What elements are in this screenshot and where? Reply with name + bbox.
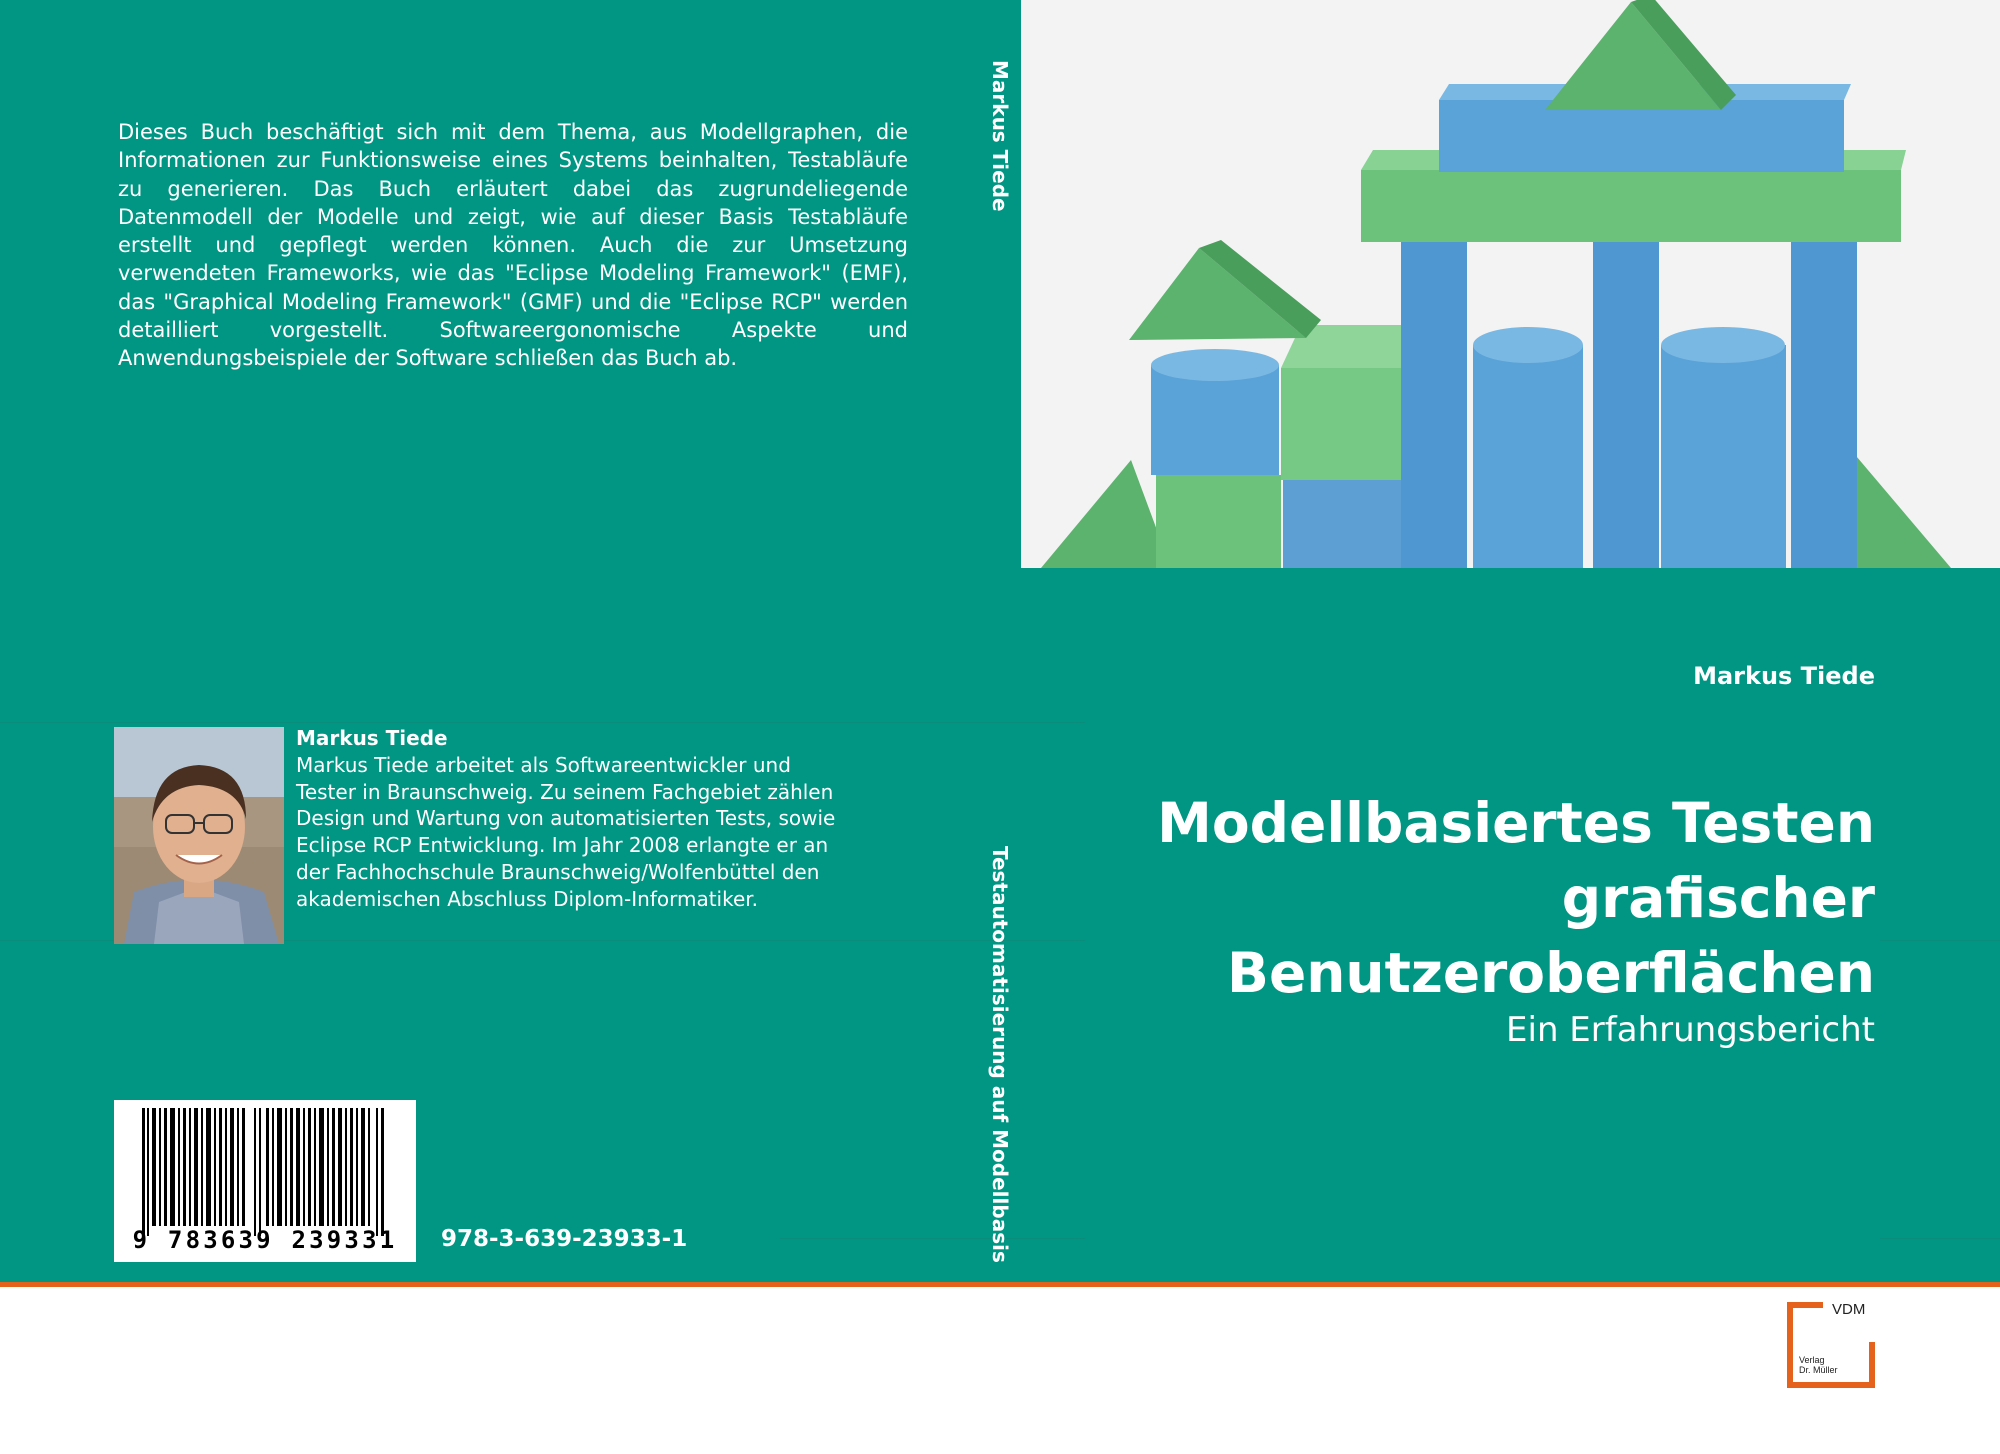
front-title-line-2: grafischer bbox=[1561, 866, 1875, 930]
spine-title: Testautomatisierung auf Modellbasis bbox=[988, 846, 1012, 1263]
vdm-logo-text: VDM bbox=[1832, 1301, 1866, 1318]
vdm-logo-subtext: Verlag Dr. Müller bbox=[1799, 1355, 1838, 1375]
barcode-digits: 9 783639 239331 bbox=[132, 1226, 398, 1254]
front-title: Modellbasiertes Testen grafischer Benutz… bbox=[1015, 786, 1875, 1011]
guide-line bbox=[780, 1238, 1085, 1239]
guide-line bbox=[1880, 1238, 2000, 1239]
vdm-logo-verlag: Verlag bbox=[1799, 1355, 1825, 1365]
guide-line bbox=[1880, 940, 2000, 941]
author-bio: Markus Tiede arbeitet als Softwareentwic… bbox=[296, 753, 836, 911]
author-photo bbox=[114, 727, 284, 944]
building-blocks-image bbox=[1021, 0, 2000, 568]
barcode: 9 783639 239331 bbox=[114, 1100, 416, 1262]
bottom-band bbox=[0, 1287, 2000, 1454]
author-name: Markus Tiede bbox=[296, 726, 448, 750]
vdm-logo-mueller: Dr. Müller bbox=[1799, 1365, 1838, 1375]
guide-line bbox=[0, 722, 1085, 723]
front-subtitle: Ein Erfahrungsbericht bbox=[1506, 1010, 1875, 1050]
back-cover-description: Dieses Buch beschäftigt sich mit dem The… bbox=[118, 120, 908, 371]
front-title-line-1: Modellbasiertes Testen bbox=[1157, 791, 1875, 855]
front-author: Markus Tiede bbox=[1693, 662, 1875, 690]
isbn: 978-3-639-23933-1 bbox=[441, 1226, 688, 1252]
front-title-line-3: Benutzeroberflächen bbox=[1227, 941, 1875, 1005]
spine-author: Markus Tiede bbox=[988, 60, 1012, 212]
author-portrait-image bbox=[114, 727, 284, 944]
cover-photo-blocks bbox=[1021, 0, 2000, 568]
